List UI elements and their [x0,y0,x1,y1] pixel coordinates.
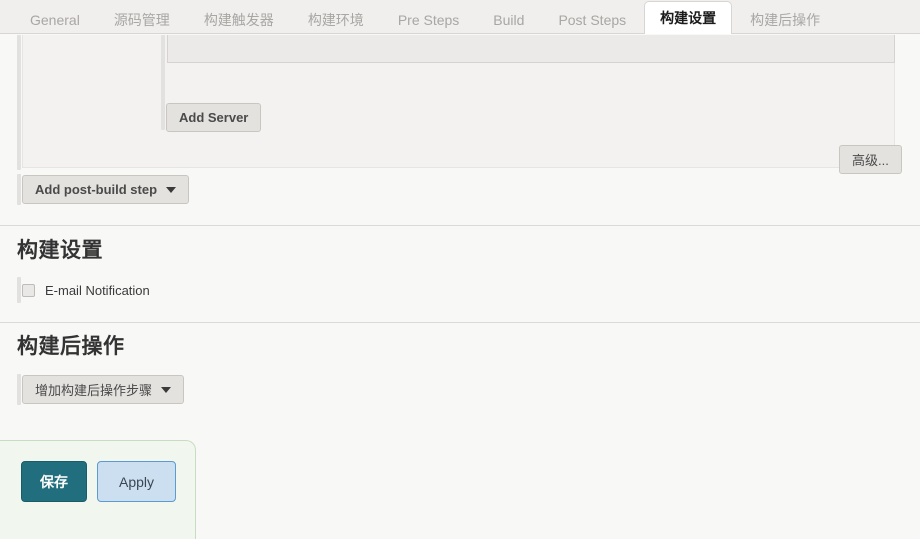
add-post-build-step-button[interactable]: Add post-build step [22,175,190,204]
config-tab-bar: General 源码管理 构建触发器 构建环境 Pre Steps Build … [0,0,920,34]
advanced-button[interactable]: 高级... [839,145,902,174]
scrolled-config-region: Add Server 高级... [0,35,920,174]
add-server-button-label: Add Server [179,110,249,125]
email-notification-label[interactable]: E-mail Notification [45,283,150,298]
save-apply-bar-inner: 保存 Apply [0,441,195,539]
tab-build[interactable]: Build [477,4,540,34]
chevron-down-icon [166,186,177,193]
server-config-textarea[interactable] [167,35,895,63]
chevron-down-icon [161,386,172,393]
email-notification-handle [17,277,21,303]
add-post-build-step-label: Add post-build step [35,182,158,197]
post-build-actions-heading: 构建后操作 [17,335,125,358]
save-button[interactable]: 保存 [21,461,87,502]
apply-button[interactable]: Apply [97,461,176,502]
config-tab-list: General 源码管理 构建触发器 构建环境 Pre Steps Build … [0,0,920,34]
email-notification-checkbox[interactable] [22,283,35,297]
advanced-button-label: 高级... [852,153,889,168]
tab-general[interactable]: General [14,4,96,34]
save-button-label: 保存 [40,473,68,490]
tab-build-environment[interactable]: 构建环境 [292,4,380,34]
add-post-build-action-button[interactable]: 增加构建后操作步骤 [22,375,185,404]
tab-source-code-management[interactable]: 源码管理 [98,4,186,34]
apply-button-label: Apply [118,473,155,490]
add-post-build-step-handle [17,174,21,205]
section-handle-outer [17,35,21,170]
build-settings-heading: 构建设置 [17,239,103,262]
add-server-button[interactable]: Add Server [166,103,262,132]
add-post-build-action-handle [17,374,21,405]
section-divider-post-build-actions [0,322,920,323]
email-notification-row[interactable]: E-mail Notification [17,277,150,303]
tab-post-steps[interactable]: Post Steps [542,4,642,34]
tab-pre-steps[interactable]: Pre Steps [382,4,475,34]
add-post-build-action-label: 增加构建后操作步骤 [35,383,153,398]
section-handle-inner [161,35,165,130]
tab-build-triggers[interactable]: 构建触发器 [188,4,290,34]
tab-post-build-actions[interactable]: 构建后操作 [734,4,836,34]
section-divider-build-settings [0,225,920,226]
tab-build-settings[interactable]: 构建设置 [644,1,733,34]
save-apply-bar: 保存 Apply [0,440,196,539]
